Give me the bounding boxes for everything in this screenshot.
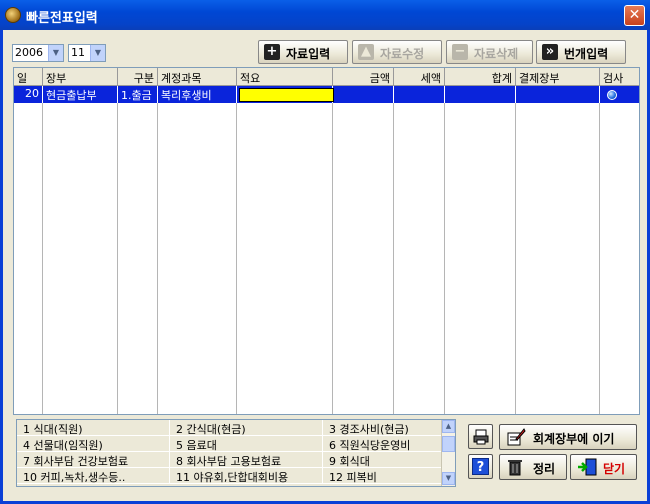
account-item[interactable]: 7 회사부담 건강보험료 xyxy=(17,452,170,468)
check-status-dot-icon[interactable] xyxy=(607,90,617,100)
title-bar: 빠른전표입력 ✕ xyxy=(0,0,650,30)
account-item[interactable]: 4 선물대(임직원) xyxy=(17,436,170,452)
account-item[interactable]: 5 음료대 xyxy=(170,436,323,452)
add-record-button[interactable]: + 자료입력 xyxy=(258,40,348,64)
triangle-up-icon: ▲ xyxy=(358,44,374,60)
grid-divider xyxy=(332,103,333,414)
close-window-button[interactable]: ✕ xyxy=(624,5,645,26)
cell-day[interactable]: 20 xyxy=(14,86,43,103)
cell-amount[interactable] xyxy=(333,86,394,103)
minus-icon: − xyxy=(452,44,468,60)
year-select[interactable]: 2006 ▼ xyxy=(12,44,64,62)
delete-record-button[interactable]: − 자료삭제 xyxy=(446,40,533,64)
post-to-ledger-button[interactable]: 회계장부에 이기 xyxy=(499,424,637,450)
col-account[interactable]: 계정과목 xyxy=(158,68,237,86)
account-shortcut-list: 1 식대(직원) 2 간식대(현금) 3 경조사비(현금) 4 선물대(임직원)… xyxy=(16,419,456,487)
account-item[interactable]: 10 커피,녹차,생수등.. xyxy=(17,468,170,484)
help-button[interactable]: ? xyxy=(468,454,493,479)
grid-divider xyxy=(42,103,43,414)
cell-total[interactable] xyxy=(445,86,516,103)
window-title: 빠른전표입력 xyxy=(26,11,98,26)
edit-record-button[interactable]: ▲ 자료수정 xyxy=(352,40,442,64)
year-value: 2006 xyxy=(15,46,43,59)
scroll-thumb[interactable] xyxy=(442,436,455,452)
month-select[interactable]: 11 ▼ xyxy=(68,44,106,62)
cell-check[interactable] xyxy=(600,86,639,103)
account-item[interactable]: 11 야유회,단합대회비용 xyxy=(170,468,323,484)
account-item[interactable]: 12 피복비 xyxy=(323,468,443,484)
grid-divider xyxy=(444,103,445,414)
col-amount[interactable]: 금액 xyxy=(333,68,394,86)
chevron-down-icon[interactable]: ▼ xyxy=(90,45,105,61)
add-record-label: 자료입력 xyxy=(286,47,331,61)
month-value: 11 xyxy=(71,46,85,59)
col-memo[interactable]: 적요 xyxy=(237,68,333,86)
trash-icon xyxy=(508,460,522,476)
grid-divider xyxy=(117,103,118,414)
account-item[interactable]: 2 간식대(현금) xyxy=(170,420,323,436)
bulk-input-label: 번개입력 xyxy=(564,47,609,61)
scroll-down-icon[interactable]: ▼ xyxy=(442,472,455,485)
account-item[interactable]: 1 식대(직원) xyxy=(17,420,170,436)
close-button[interactable]: 닫기 xyxy=(570,454,637,480)
plus-icon: + xyxy=(264,44,280,60)
account-item[interactable]: 9 회식대 xyxy=(323,452,443,468)
grid-divider xyxy=(515,103,516,414)
quick-voucher-window: 빠른전표입력 ✕ 2006 ▼ 11 ▼ + 자료입력 ▲ 자료수정 − 자료삭… xyxy=(0,0,650,504)
col-total[interactable]: 합계 xyxy=(445,68,516,86)
grid-divider xyxy=(599,103,600,414)
col-day[interactable]: 일 xyxy=(14,68,43,86)
scroll-up-icon[interactable]: ▲ xyxy=(442,420,455,433)
cell-ledger[interactable]: 현금출납부 xyxy=(43,86,118,103)
cell-type[interactable]: 1.출금 xyxy=(118,86,158,103)
chevron-down-icon[interactable]: ▼ xyxy=(48,45,63,61)
cell-tax[interactable] xyxy=(394,86,445,103)
ledger-pencil-icon xyxy=(507,428,526,446)
account-item[interactable]: 8 회사부담 고용보험료 xyxy=(170,452,323,468)
memo-edit-field[interactable] xyxy=(239,88,334,102)
tidy-label: 정리 xyxy=(533,462,556,476)
print-button[interactable] xyxy=(468,424,493,449)
voucher-grid[interactable]: 일 장부 구분 계정과목 적요 금액 세액 합계 결제장부 검사 20 현금출납… xyxy=(13,67,640,415)
help-icon: ? xyxy=(472,458,489,475)
bulk-input-button[interactable]: » 번개입력 xyxy=(536,40,626,64)
col-type[interactable]: 구분 xyxy=(118,68,158,86)
double-chevron-down-icon: » xyxy=(542,44,558,60)
cell-account[interactable]: 복리후생비 xyxy=(158,86,237,103)
delete-record-label: 자료삭제 xyxy=(474,47,519,61)
edit-record-label: 자료수정 xyxy=(380,47,425,61)
col-tax[interactable]: 세액 xyxy=(394,68,445,86)
close-label: 닫기 xyxy=(603,462,626,476)
account-list-scrollbar[interactable]: ▲ ▼ xyxy=(441,420,455,486)
grid-divider xyxy=(393,103,394,414)
account-item[interactable]: 6 직원식당운영비 xyxy=(323,436,443,452)
exit-door-icon xyxy=(578,458,597,476)
account-item[interactable]: 3 경조사비(현금) xyxy=(323,420,443,436)
col-check[interactable]: 검사 xyxy=(600,68,639,86)
printer-icon xyxy=(473,429,488,445)
app-icon xyxy=(5,7,21,23)
grid-divider xyxy=(236,103,237,414)
grid-header: 일 장부 구분 계정과목 적요 금액 세액 합계 결제장부 검사 xyxy=(14,68,639,86)
post-to-ledger-label: 회계장부에 이기 xyxy=(533,432,615,446)
tidy-button[interactable]: 정리 xyxy=(499,454,567,480)
grid-divider xyxy=(157,103,158,414)
col-payment-ledger[interactable]: 결제장부 xyxy=(516,68,600,86)
col-ledger[interactable]: 장부 xyxy=(43,68,118,86)
cell-payment-ledger[interactable] xyxy=(516,86,600,103)
